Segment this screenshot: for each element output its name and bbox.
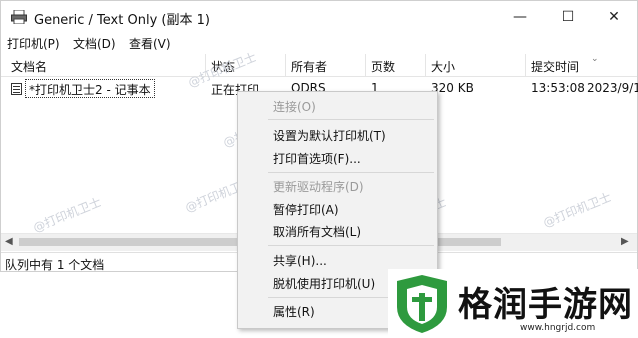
menu-item-connect: 连接(O) [273, 100, 316, 114]
menu-printer[interactable]: 打印机(P) [7, 35, 60, 52]
brand-badge: 格润手游网 www.hngrjd.com [388, 269, 638, 338]
col-pages[interactable]: 页数 [371, 58, 395, 75]
title-bar[interactable]: Generic / Text Only (副本 1) — ☐ ✕ [1, 1, 637, 33]
job-time: 13:53:08 [531, 81, 585, 95]
brand-logo-icon [397, 275, 447, 333]
status-text: 队列中有 1 个文档 [5, 258, 105, 272]
watermark-text: @打印机卫士 [541, 189, 614, 230]
menu-item-set-default[interactable]: 设置为默认打印机(T) [273, 127, 386, 144]
column-header: 文档名 状态 所有者 页数 大小 提交时间 ⌄ [1, 54, 637, 77]
menu-bar: 打印机(P) 文档(D) 查看(V) [1, 33, 637, 53]
col-document-name[interactable]: 文档名 [11, 58, 47, 75]
close-button[interactable]: ✕ [591, 1, 637, 33]
minimize-button[interactable]: — [497, 1, 543, 33]
scroll-right-arrow-icon[interactable]: ▶ [621, 236, 629, 247]
maximize-button[interactable]: ☐ [545, 1, 591, 33]
menu-view[interactable]: 查看(V) [129, 35, 171, 52]
column-divider[interactable] [525, 54, 526, 76]
scroll-left-arrow-icon[interactable]: ◀ [5, 236, 13, 247]
col-size[interactable]: 大小 [431, 58, 455, 75]
col-owner[interactable]: 所有者 [291, 58, 327, 75]
window-title: Generic / Text Only (副本 1) [34, 13, 210, 28]
column-divider[interactable] [285, 54, 286, 76]
menu-item-pause[interactable]: 暂停打印(A) [273, 201, 339, 218]
menu-item-properties[interactable]: 属性(R) [273, 303, 315, 320]
col-submitted[interactable]: 提交时间 [531, 58, 579, 75]
printer-icon [11, 10, 27, 24]
job-document-name: *打印机卫士2 - 记事本 [25, 79, 155, 98]
menu-separator [268, 245, 434, 246]
menu-item-preferences[interactable]: 打印首选项(F)... [273, 150, 361, 167]
column-divider[interactable] [425, 54, 426, 76]
menu-separator [268, 172, 434, 173]
document-icon [11, 83, 22, 95]
job-date: 2023/9/1 [587, 81, 638, 95]
menu-item-cancel-all[interactable]: 取消所有文档(L) [273, 223, 361, 240]
brand-name: 格润手游网 [458, 285, 633, 325]
column-divider[interactable] [365, 54, 366, 76]
menu-separator [268, 119, 434, 120]
menu-document[interactable]: 文档(D) [73, 35, 116, 52]
menu-item-update-driver: 更新驱动程序(D) [273, 180, 364, 194]
menu-item-offline[interactable]: 脱机使用打印机(U) [273, 275, 375, 292]
watermark-text: @打印机卫士 [31, 194, 104, 235]
menu-item-share[interactable]: 共享(H)... [273, 252, 327, 269]
sort-chevron-icon: ⌄ [591, 54, 599, 64]
brand-url: www.hngrjd.com [520, 323, 596, 333]
